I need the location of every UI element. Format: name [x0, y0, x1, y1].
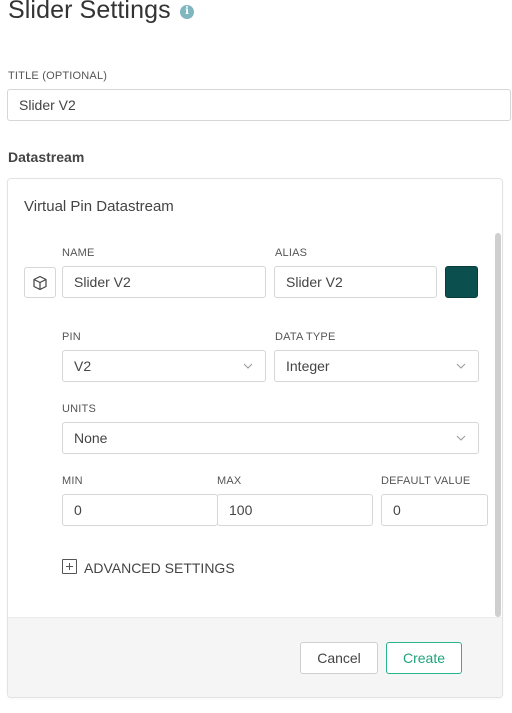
data-type-select-value: Integer — [286, 358, 330, 374]
data-type-label: DATA TYPE — [275, 331, 336, 343]
alias-label: ALIAS — [275, 247, 308, 259]
chevron-down-icon — [456, 435, 466, 441]
info-icon[interactable]: i — [180, 5, 194, 19]
default-value-label: DEFAULT VALUE — [381, 475, 471, 487]
page-title: Slider Settings — [8, 0, 171, 24]
units-select[interactable]: None — [62, 422, 479, 454]
color-swatch[interactable] — [445, 266, 478, 298]
max-label: MAX — [217, 475, 242, 487]
default-value-input[interactable]: 0 — [381, 494, 488, 526]
cube-icon — [33, 275, 47, 290]
chevron-down-icon — [456, 363, 466, 369]
units-select-value: None — [74, 430, 108, 446]
min-label: MIN — [62, 475, 83, 487]
chevron-down-icon — [243, 363, 253, 369]
units-label: UNITS — [62, 403, 96, 415]
title-input[interactable]: Slider V2 — [7, 89, 511, 121]
title-field-label: TITLE (OPTIONAL) — [8, 70, 108, 82]
cancel-button[interactable]: Cancel — [300, 642, 378, 674]
name-input[interactable]: Slider V2 — [62, 266, 266, 298]
advanced-settings-toggle[interactable]: ADVANCED SETTINGS — [84, 560, 235, 576]
pin-select[interactable]: V2 — [62, 350, 266, 382]
name-label: NAME — [62, 247, 95, 259]
card-title: Virtual Pin Datastream — [24, 198, 174, 215]
max-input[interactable]: 100 — [217, 494, 373, 526]
data-type-select[interactable]: Integer — [274, 350, 479, 382]
create-button[interactable]: Create — [386, 642, 462, 674]
plus-square-icon[interactable] — [62, 559, 77, 574]
scrollbar[interactable] — [495, 233, 501, 617]
datastream-picker-button[interactable] — [24, 267, 56, 298]
datastream-section-title: Datastream — [8, 149, 85, 165]
pin-label: PIN — [62, 331, 81, 343]
alias-input[interactable]: Slider V2 — [274, 266, 437, 298]
pin-select-value: V2 — [74, 358, 92, 374]
min-input[interactable]: 0 — [62, 494, 218, 526]
